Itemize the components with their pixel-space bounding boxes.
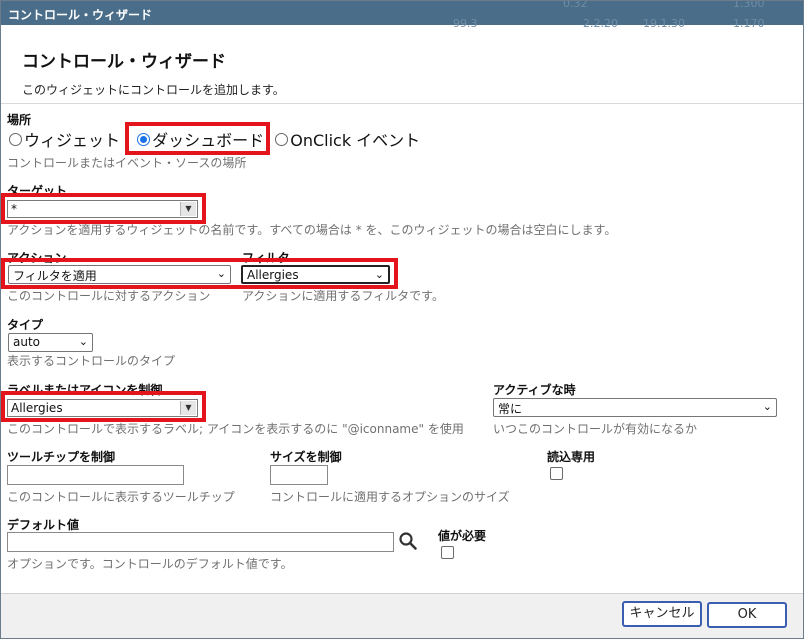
chevron-down-icon: ⌄: [216, 267, 226, 280]
radio-dashboard-circle[interactable]: [137, 133, 151, 146]
action-label: アクション: [7, 251, 67, 265]
cancel-button[interactable]: キャンセル: [622, 601, 702, 627]
target-label: ターゲット: [7, 184, 68, 198]
required-label: 値が必要: [438, 529, 487, 543]
radio-widget-circle[interactable]: [9, 133, 22, 146]
action-hint: このコントロールに対するアクション: [7, 289, 211, 303]
filter-label: フィルタ: [242, 251, 290, 265]
control-label-combo[interactable]: Allergies ▼: [7, 399, 198, 417]
radio-dashboard[interactable]: ダッシュボード: [137, 127, 264, 151]
dialog-header: コントロール・ウィザード このウィジェットにコントロールを追加します。: [1, 25, 803, 104]
target-combo[interactable]: * ▼: [7, 200, 198, 218]
radio-onclick-circle[interactable]: [275, 133, 289, 146]
title-bar[interactable]: コントロール・ウィザード 0.32 1.300 99.3 2.2.20 19.1…: [1, 0, 803, 30]
chevron-down-icon: ⌄: [78, 335, 88, 348]
chevron-down-icon[interactable]: ▼: [180, 202, 196, 216]
chevron-down-icon[interactable]: ▼: [180, 401, 196, 415]
chevron-down-icon: ⌄: [374, 268, 384, 281]
control-label-hint: このコントロールで表示するラベル; アイコンを表示するのに "@iconname…: [7, 422, 464, 436]
default-value-input[interactable]: [7, 532, 394, 552]
action-select[interactable]: フィルタを適用 ⌄: [8, 265, 231, 284]
dialog-heading: コントロール・ウィザード: [22, 52, 226, 72]
target-hint: アクションを適用するウィジェットの名前です。すべての場合は * を、このウィジェ…: [7, 223, 617, 237]
background-table-ghost: 0.32 1.300 99.3 2.2.20 19.1.30 1.170: [453, 0, 765, 30]
location-label: 場所: [7, 113, 32, 127]
control-label-label: ラベルまたはアイコンを制御: [7, 383, 163, 397]
filter-select[interactable]: Allergies ⌄: [241, 265, 390, 284]
filter-hint: アクションに適用するフィルタです。: [242, 289, 444, 303]
size-label: サイズを制御: [270, 450, 342, 464]
chevron-down-icon: ⌄: [762, 400, 772, 413]
size-hint: コントロールに適用するオプションのサイズ: [270, 490, 510, 504]
readonly-checkbox[interactable]: [550, 467, 563, 480]
default-value-label: デフォルト値: [7, 518, 80, 532]
tooltip-hint: このコントロールに表示するツールチップ: [7, 490, 235, 504]
type-hint: 表示するコントロールのタイプ: [7, 354, 176, 368]
location-radio-group: ウィジェット ダッシュボード OnClick イベント: [9, 127, 420, 151]
radio-onclick-event[interactable]: OnClick イベント: [275, 127, 420, 151]
active-when-hint: いつこのコントロールが有効になるか: [493, 422, 698, 436]
type-select[interactable]: auto ⌄: [8, 333, 93, 352]
window-title: コントロール・ウィザード: [8, 8, 153, 22]
tooltip-label: ツールチップを制御: [7, 450, 116, 464]
active-when-select[interactable]: 常に ⌄: [493, 398, 777, 417]
readonly-label: 読込専用: [547, 450, 596, 464]
dialog-description: このウィジェットにコントロールを追加します。: [22, 83, 285, 97]
default-value-hint: オプションです。コントロールのデフォルト値です。: [7, 557, 293, 571]
radio-widget[interactable]: ウィジェット: [9, 127, 120, 151]
location-hint: コントロールまたはイベント・ソースの場所: [7, 156, 247, 170]
active-when-label: アクティブな時: [493, 383, 576, 397]
dialog-footer: キャンセル OK: [1, 593, 803, 638]
size-input[interactable]: [270, 465, 328, 485]
control-wizard-dialog: コントロール・ウィザード 0.32 1.300 99.3 2.2.20 19.1…: [0, 0, 804, 639]
ok-button[interactable]: OK: [707, 602, 787, 628]
magnifier-icon[interactable]: [398, 531, 418, 551]
tooltip-input[interactable]: [7, 465, 184, 485]
type-label: タイプ: [7, 318, 44, 332]
required-checkbox[interactable]: [441, 546, 454, 559]
